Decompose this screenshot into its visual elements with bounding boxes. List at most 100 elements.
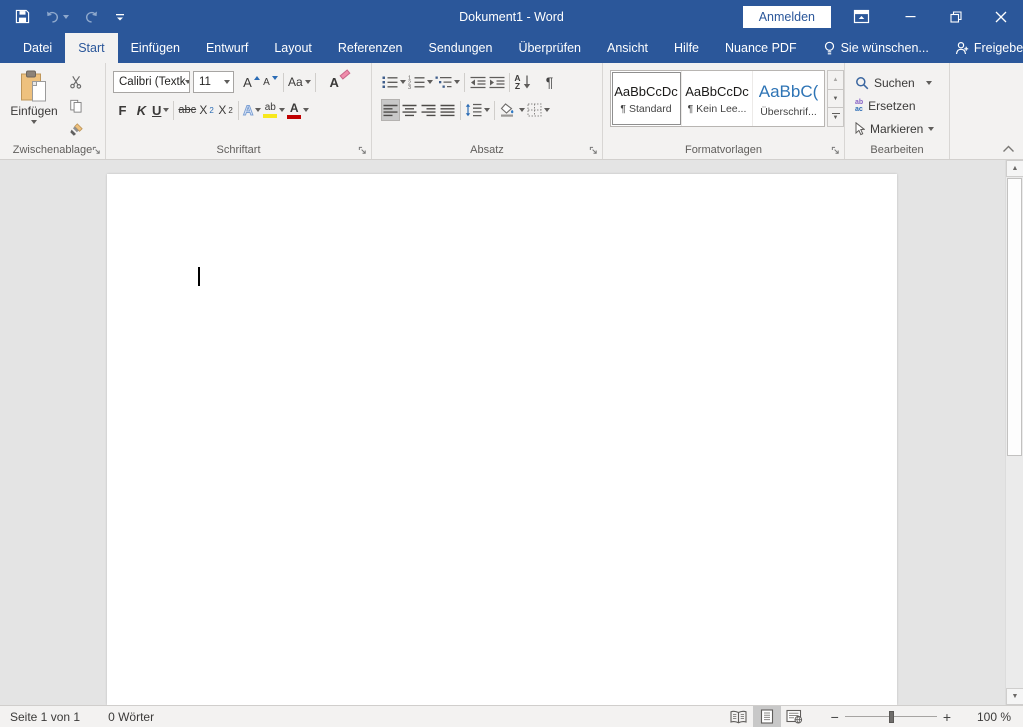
tab-ansicht[interactable]: Ansicht (594, 33, 661, 63)
select-pointer-icon (855, 122, 865, 136)
tab-einfuegen[interactable]: Einfügen (118, 33, 193, 63)
restore-button[interactable] (933, 0, 978, 33)
scrollbar-thumb[interactable] (1007, 178, 1022, 456)
tab-hilfe[interactable]: Hilfe (661, 33, 712, 63)
undo-icon (45, 9, 60, 24)
superscript-button[interactable]: X2 (216, 99, 235, 121)
borders-button[interactable] (526, 99, 551, 121)
collapse-ribbon-button[interactable] (1002, 145, 1015, 153)
web-layout-button[interactable] (781, 706, 809, 727)
styles-scroll-up-button[interactable]: ▲ (828, 71, 843, 90)
zoom-in-button[interactable]: + (937, 709, 957, 725)
tab-nuance-pdf[interactable]: Nuance PDF (712, 33, 810, 63)
zoom-level[interactable]: 100 % (971, 710, 1011, 724)
shading-caret-icon (519, 108, 525, 112)
redo-button[interactable] (84, 9, 99, 24)
style-caption: Überschrif... (760, 106, 817, 118)
zoom-slider[interactable] (845, 716, 937, 718)
customize-quick-access-toolbar-button[interactable] (114, 11, 126, 23)
select-button[interactable]: Markieren (855, 117, 949, 140)
sign-in-button[interactable]: Anmelden (743, 6, 831, 28)
tab-layout[interactable]: Layout (261, 33, 325, 63)
ribbon-display-options-button[interactable] (853, 9, 870, 24)
page-indicator[interactable]: Seite 1 von 1 (10, 710, 80, 724)
share-label: Freigeben (974, 41, 1023, 55)
document-page[interactable] (107, 174, 897, 705)
show-paragraph-marks-button[interactable]: ¶ (540, 71, 559, 93)
sort-button[interactable]: AZ (513, 71, 532, 93)
tell-me-label: Sie wünschen... (841, 41, 929, 55)
bold-button[interactable]: F (113, 99, 132, 121)
clear-formatting-button[interactable]: A (325, 71, 344, 93)
styles-more-button[interactable]: ▼ (828, 108, 843, 126)
tell-me-box[interactable]: Sie wünschen... (810, 33, 942, 63)
font-dialog-launcher[interactable] (358, 146, 367, 155)
minimize-button[interactable] (888, 0, 933, 33)
separator (283, 73, 284, 92)
separator (238, 101, 239, 120)
italic-button[interactable]: K (132, 99, 151, 121)
zoom-slider-thumb[interactable] (889, 711, 894, 723)
replace-icon-bottom: ac (855, 106, 863, 113)
line-spacing-button[interactable] (464, 99, 491, 121)
style-kein-leerraum[interactable]: AaBbCcDc ¶ Kein Lee... (682, 71, 753, 126)
copy-button[interactable] (66, 96, 85, 115)
save-button[interactable] (15, 9, 30, 24)
paragraph-dialog-launcher[interactable] (589, 146, 598, 155)
cut-button[interactable] (66, 72, 85, 91)
align-left-button[interactable] (381, 99, 400, 121)
font-size-combo[interactable]: 11 (193, 71, 234, 93)
bullet-list-button[interactable] (381, 71, 407, 93)
share-button[interactable]: Freigeben (942, 33, 1023, 63)
tab-ueberpruefen[interactable]: Überprüfen (505, 33, 594, 63)
styles-gallery-scroll: ▲ ▼ ▼ (827, 70, 844, 127)
grow-font-button[interactable]: A (242, 71, 261, 93)
paste-button[interactable]: Einfügen (9, 70, 59, 142)
style-standard[interactable]: AaBbCcDc ¶ Standard (611, 71, 682, 126)
word-count[interactable]: 0 Wörter (108, 710, 154, 724)
shrink-font-button[interactable]: A (261, 71, 280, 93)
group-styles: AaBbCcDc ¶ Standard AaBbCcDc ¶ Kein Lee.… (603, 63, 845, 159)
decrease-indent-button[interactable] (468, 71, 487, 93)
find-button[interactable]: Suchen (855, 71, 949, 94)
close-button[interactable] (978, 0, 1023, 33)
zoom-out-button[interactable]: − (825, 709, 845, 725)
scroll-down-button[interactable]: ▼ (1006, 688, 1023, 705)
text-effects-button[interactable]: A (242, 99, 262, 121)
text-highlight-button[interactable]: ab (262, 99, 286, 121)
replace-button[interactable]: ab ac Ersetzen (855, 94, 949, 117)
tab-entwurf[interactable]: Entwurf (193, 33, 261, 63)
justify-button[interactable] (438, 99, 457, 121)
sort-arrow-icon (523, 75, 531, 89)
styles-dialog-launcher[interactable] (831, 146, 840, 155)
font-name-combo[interactable]: Calibri (Textk (113, 71, 190, 93)
scroll-up-button[interactable]: ▲ (1006, 160, 1023, 177)
multilevel-list-button[interactable] (434, 71, 461, 93)
vertical-scrollbar[interactable]: ▲ ▼ (1005, 160, 1023, 705)
read-mode-button[interactable] (725, 706, 753, 727)
tab-sendungen[interactable]: Sendungen (416, 33, 506, 63)
ribbon-tab-bar: Datei Start Einfügen Entwurf Layout Refe… (0, 33, 1023, 63)
align-center-button[interactable] (400, 99, 419, 121)
numbered-list-button[interactable]: 123 (407, 71, 434, 93)
increase-indent-button[interactable] (487, 71, 506, 93)
dialog-launcher-icon (358, 146, 367, 155)
tab-referenzen[interactable]: Referenzen (325, 33, 416, 63)
strikethrough-button[interactable]: abc (177, 99, 197, 121)
font-color-button[interactable]: A (286, 99, 310, 121)
undo-caret-icon (63, 15, 69, 19)
style-ueberschrift[interactable]: AaBbC( Überschrif... (753, 71, 824, 126)
tab-datei[interactable]: Datei (10, 33, 65, 63)
undo-button[interactable] (45, 9, 69, 24)
clipboard-dialog-launcher[interactable] (92, 146, 101, 155)
align-right-button[interactable] (419, 99, 438, 121)
print-layout-button[interactable] (753, 706, 781, 727)
format-painter-button[interactable] (66, 120, 85, 139)
change-case-button[interactable]: Aa (287, 71, 312, 93)
shading-button[interactable] (498, 99, 526, 121)
tab-start[interactable]: Start (65, 33, 117, 63)
styles-scroll-down-button[interactable]: ▼ (828, 90, 843, 109)
subscript-button[interactable]: X2 (197, 99, 216, 121)
group-label-font: Schriftart (106, 144, 371, 156)
underline-button[interactable]: U (151, 99, 170, 121)
